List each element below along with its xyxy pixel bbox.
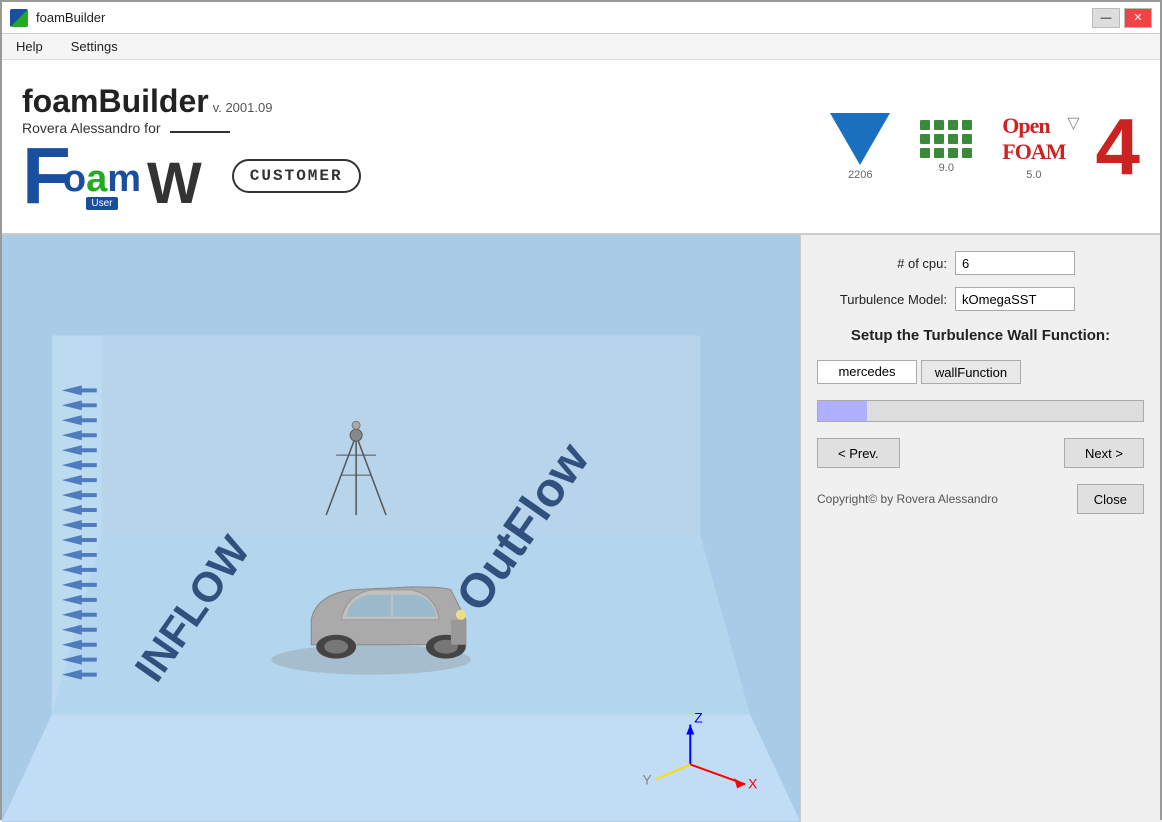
dot	[962, 120, 972, 130]
menu-help[interactable]: Help	[10, 37, 49, 56]
app-icon	[10, 9, 28, 27]
turbulence-row: Turbulence Model:	[817, 287, 1144, 311]
openfoam-logo: Open FOAM ▽	[1002, 113, 1065, 165]
triangle-logo	[830, 113, 890, 165]
wall-fn-row: mercedes wallFunction	[817, 360, 1144, 384]
svg-text:X: X	[748, 775, 758, 791]
openfoam-text: Open	[1002, 113, 1049, 138]
nav-buttons: < Prev. Next >	[817, 438, 1144, 468]
prev-button[interactable]: < Prev.	[817, 438, 900, 468]
dot	[934, 148, 944, 158]
logo-row: F o a m User W CUSTOMER	[22, 142, 361, 210]
foam-a: a	[86, 158, 107, 201]
big-number-item: 4	[1096, 107, 1141, 187]
w-icon: W	[147, 158, 202, 210]
dot	[920, 148, 930, 158]
right-panel: # of cpu: Turbulence Model: Setup the Tu…	[800, 235, 1160, 822]
turbulence-input[interactable]	[955, 287, 1075, 311]
minimize-button[interactable]: —	[1092, 8, 1120, 28]
progress-bar-fill	[818, 401, 867, 421]
dot	[934, 120, 944, 130]
dot	[948, 134, 958, 144]
dot	[920, 120, 930, 130]
turbulence-label: Turbulence Model:	[817, 292, 947, 307]
viewport[interactable]: INFLOW OutFlow	[2, 235, 800, 822]
header-logo-section: foamBuilder v. 2001.09 Rovera Alessandro…	[22, 83, 361, 210]
close-button[interactable]: ✕	[1124, 8, 1152, 28]
svg-text:Z: Z	[694, 710, 703, 726]
foam-logo: F o a m User W	[22, 142, 202, 210]
openfoam-label: 5.0	[1026, 169, 1041, 181]
openfoam-logo-item: Open FOAM ▽ 5.0	[1002, 113, 1065, 181]
window-controls: — ✕	[1092, 8, 1152, 28]
menu-settings[interactable]: Settings	[65, 37, 124, 56]
big-number: 4	[1096, 107, 1141, 187]
user-badge: User	[86, 197, 117, 210]
dots-logo-item: 9.0	[920, 120, 972, 174]
foam-o: o	[63, 158, 86, 201]
customer-badge: CUSTOMER	[232, 159, 361, 193]
title-bar-title: foamBuilder	[36, 10, 105, 25]
header: foamBuilder v. 2001.09 Rovera Alessandro…	[2, 60, 1160, 235]
next-button[interactable]: Next >	[1064, 438, 1144, 468]
openfoam-triangle: ▽	[1067, 113, 1079, 133]
cpu-input[interactable]	[955, 251, 1075, 275]
author-underline	[170, 131, 230, 133]
triangle-label: 2206	[848, 169, 872, 181]
dots-label: 9.0	[939, 162, 954, 174]
app-title: foamBuilder	[22, 83, 209, 120]
dots-grid	[920, 120, 972, 158]
wall-fn-patch: mercedes	[817, 360, 917, 384]
triangle-logo-item: 2206	[830, 113, 890, 181]
cpu-row: # of cpu:	[817, 251, 1144, 275]
dot	[962, 134, 972, 144]
foam-m: m	[107, 158, 141, 201]
viewport-svg: INFLOW OutFlow	[2, 235, 800, 822]
app-version: v. 2001.09	[213, 100, 273, 115]
progress-bar-container	[817, 400, 1144, 422]
dot	[934, 134, 944, 144]
openfoam-text2: FOAM	[1002, 139, 1065, 164]
dot	[920, 134, 930, 144]
dot	[962, 148, 972, 158]
title-bar: foamBuilder — ✕	[2, 2, 1160, 34]
wall-fn-button[interactable]: wallFunction	[921, 360, 1021, 384]
menu-bar: Help Settings	[2, 34, 1160, 60]
spacer	[817, 526, 1144, 806]
cpu-label: # of cpu:	[817, 256, 947, 271]
dot	[948, 120, 958, 130]
svg-text:Y: Y	[642, 771, 651, 787]
main-content: INFLOW OutFlow	[2, 235, 1160, 822]
copyright-text: Copyright© by Rovera Alessandro	[817, 492, 998, 506]
header-logos: 2206 9.0 Open	[830, 107, 1140, 187]
wall-function-title: Setup the Turbulence Wall Function:	[817, 327, 1144, 344]
footer-row: Copyright© by Rovera Alessandro Close	[817, 484, 1144, 514]
dot	[948, 148, 958, 158]
close-button[interactable]: Close	[1077, 484, 1144, 514]
